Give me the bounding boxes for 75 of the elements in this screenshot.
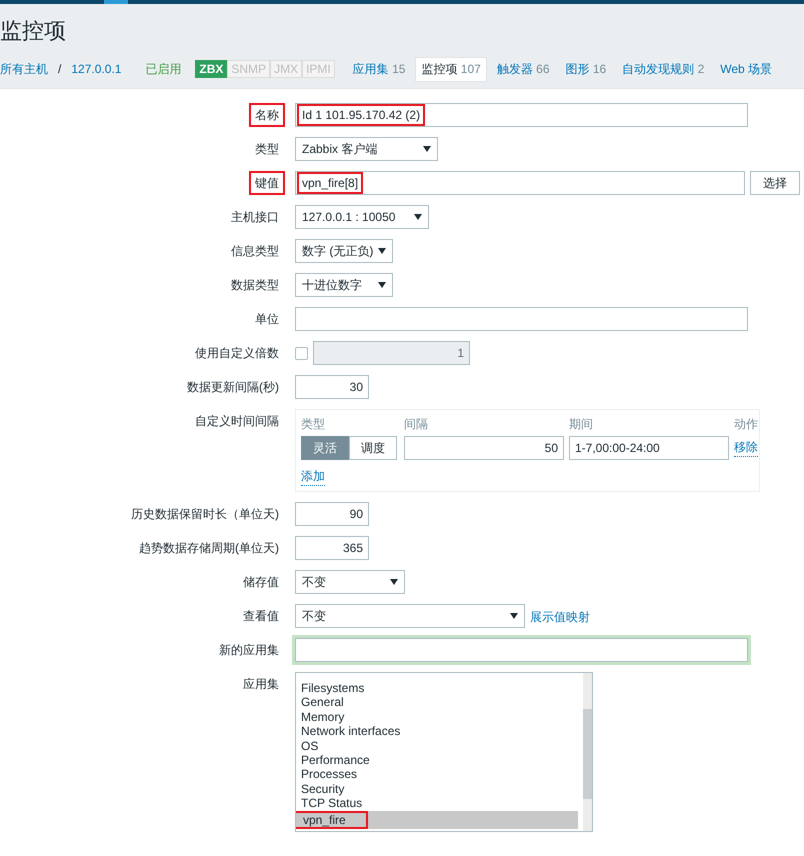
multiplier-field[interactable]: 1 (313, 341, 470, 365)
tab[interactable]: 触发器 66 (490, 56, 556, 82)
page-title: 监控项 (0, 17, 67, 45)
list-option[interactable]: Performance (296, 753, 578, 768)
number-field[interactable]: 90 (295, 502, 369, 526)
caret-icon (423, 146, 431, 152)
caret-icon (414, 214, 422, 220)
tab[interactable]: Web 场景 (714, 56, 778, 82)
field-label: 单位 (254, 311, 280, 328)
dropdown[interactable]: 不变 (295, 570, 405, 594)
field-label: 应用集 (242, 676, 280, 693)
dropdown[interactable]: 数字 (无正负) (295, 239, 393, 263)
text-field[interactable]: Id 1 101.95.170.42 (2) (295, 103, 748, 127)
interval-field[interactable]: 50 (404, 436, 564, 460)
select-button[interactable]: 选择 (750, 171, 800, 195)
number-field[interactable]: 365 (295, 536, 369, 560)
field-label: 键值 (249, 171, 285, 195)
field-label: 数据更新间隔(秒) (186, 379, 280, 396)
checkbox[interactable] (295, 347, 308, 360)
field-value: Id 1 101.95.170.42 (2) (297, 104, 426, 126)
column-header: 类型 (301, 416, 326, 433)
column-header: 动作 (734, 416, 758, 433)
text-field[interactable] (295, 638, 748, 662)
tab[interactable]: 图形 16 (560, 56, 612, 82)
mode-toggle[interactable]: 调度 (349, 436, 397, 460)
field-label: 主机接口 (230, 209, 280, 226)
field-label: 新的应用集 (218, 642, 280, 659)
remove-link[interactable]: 移除 (734, 439, 758, 457)
tab[interactable]: 自动发现规则 2 (616, 56, 710, 82)
protocol-tag: ZBX (195, 60, 228, 78)
breadcrumb-separator: / (58, 62, 62, 76)
add-link[interactable]: 添加 (301, 468, 325, 486)
field-label: 自定义时间间隔 (194, 413, 280, 430)
breadcrumb-link[interactable]: 127.0.0.1 (71, 62, 122, 76)
dropdown[interactable]: 十进位数字 (295, 273, 393, 297)
list-option[interactable]: Memory (296, 710, 578, 724)
caret-icon (510, 613, 518, 619)
breadcrumb-link[interactable]: 所有主机 (0, 60, 48, 78)
status-label: 已启用 (145, 60, 182, 78)
column-header: 期间 (569, 416, 594, 433)
list-option[interactable]: vpn_fire (296, 810, 578, 830)
field-label: 名称 (249, 103, 285, 127)
number-field[interactable]: 30 (295, 375, 369, 399)
listbox[interactable]: Filesystems General Memory Network interfaces OS Performance Processes Security TCP Status vpn_fire (295, 672, 593, 832)
field-label: 历史数据保留时长（单位天) (130, 506, 280, 523)
text-field[interactable] (295, 307, 748, 331)
list-option[interactable]: Network interfaces (296, 724, 578, 739)
field-label: 信息类型 (230, 243, 280, 260)
period-field[interactable]: 1-7,00:00-24:00 (569, 436, 729, 460)
dropdown[interactable]: 127.0.0.1 : 10050 (295, 205, 429, 229)
scrollbar[interactable] (583, 673, 592, 831)
list-option[interactable]: Filesystems (296, 681, 578, 696)
field-value: vpn_fire[8] (297, 172, 364, 194)
list-option[interactable]: General (296, 695, 578, 710)
list-option[interactable]: Processes (296, 767, 578, 782)
caret-icon (378, 282, 386, 288)
field-label: 类型 (254, 141, 280, 158)
tab[interactable]: 监控项 107 (415, 56, 487, 82)
field-label: 查看值 (242, 608, 280, 625)
value-map-link[interactable]: 展示值映射 (530, 609, 590, 626)
list-option[interactable]: OS (296, 738, 578, 754)
caret-icon (378, 248, 386, 254)
field-label: 数据类型 (230, 277, 280, 294)
field-label: 趋势数据存储周期(单位天) (138, 540, 280, 557)
field-label: 储存值 (242, 574, 280, 591)
column-header: 间隔 (404, 416, 429, 433)
dropdown[interactable]: 不变 (295, 604, 525, 628)
list-option[interactable]: TCP Status (296, 796, 578, 811)
tab[interactable]: 应用集 15 (346, 56, 412, 82)
option-label: vpn_fire (296, 810, 368, 830)
dropdown[interactable]: Zabbix 客户端 (295, 137, 438, 161)
field-label: 使用自定义倍数 (194, 345, 280, 362)
caret-icon (390, 579, 398, 585)
list-option[interactable]: Security (296, 782, 578, 796)
key-field[interactable]: vpn_fire[8] (295, 171, 745, 195)
